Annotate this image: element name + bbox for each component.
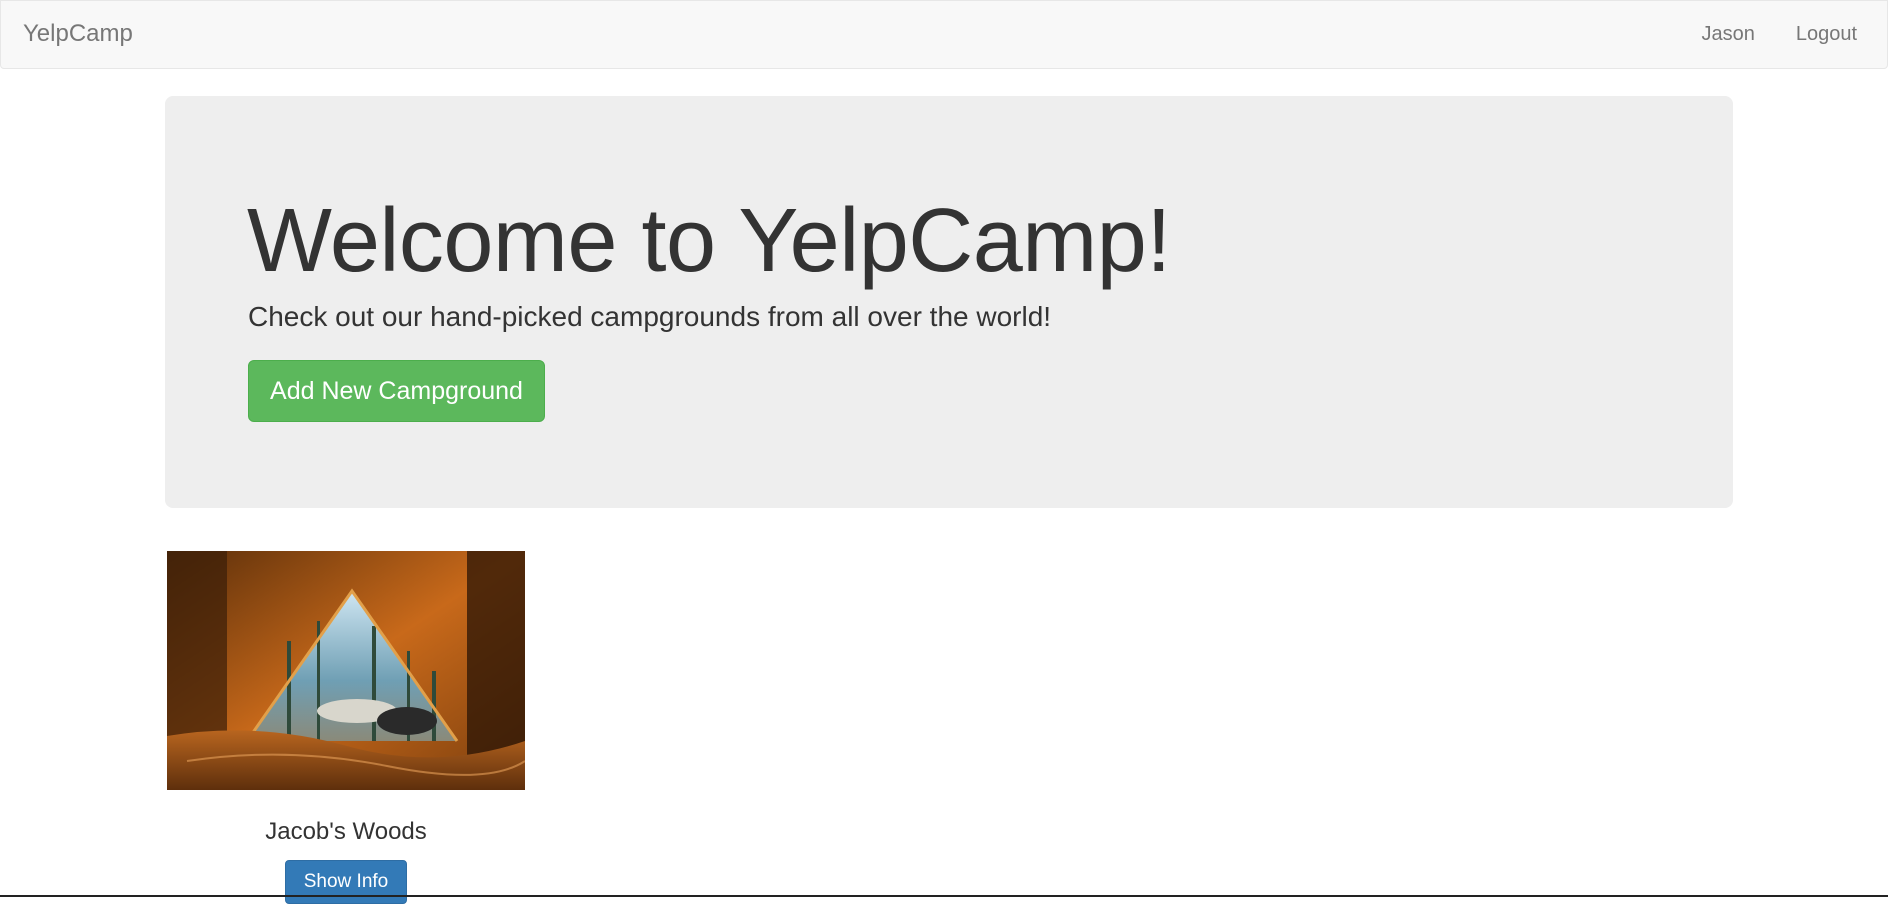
nav-logout-link[interactable]: Logout [1796,21,1857,47]
page-title: Welcome to YelpCamp! [247,191,1171,291]
campground-image [167,551,525,790]
page-subtitle: Check out our hand-picked campgrounds fr… [248,301,1052,332]
navbar: YelpCamp Jason Logout [0,0,1888,69]
nav-right: Jason Logout [1701,21,1857,47]
campground-name: Jacob's Woods [265,818,427,845]
show-info-button[interactable]: Show Info [285,860,407,904]
nav-user-link[interactable]: Jason [1701,21,1754,47]
add-campground-button[interactable]: Add New Campground [248,360,545,422]
jumbotron: Welcome to YelpCamp! Check out our hand-… [165,96,1733,508]
brand-link[interactable]: YelpCamp [23,19,133,49]
campground-card: Jacob's Woods Show Info [165,549,527,904]
